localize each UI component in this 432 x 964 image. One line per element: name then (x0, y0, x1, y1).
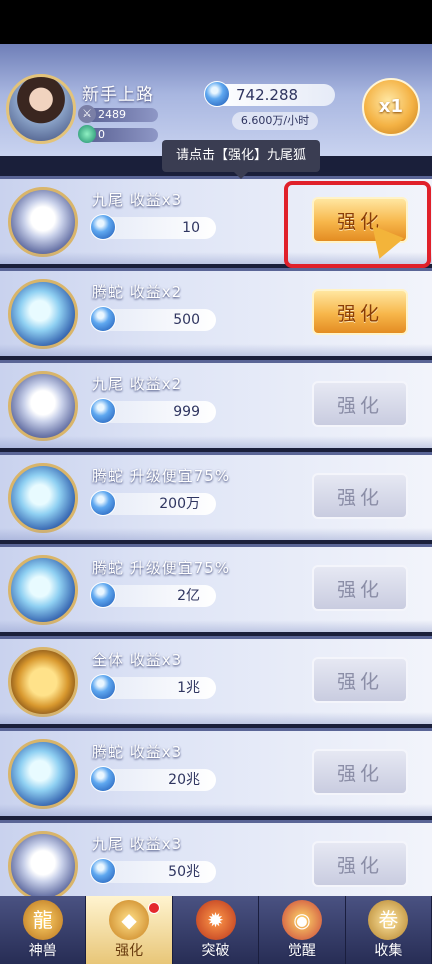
jade-icon (78, 125, 96, 143)
nav-label: 觉醒 (287, 943, 316, 959)
spirit-orb-icon (90, 214, 116, 240)
spirit-orb-icon (90, 306, 116, 332)
upgrade-cost: 10 (90, 214, 216, 240)
currency-display: 742.288 (204, 81, 335, 107)
awaken-icon: ◉ (281, 900, 322, 940)
upgrade-row: 腾蛇 收益x2 500 强化 (0, 268, 432, 356)
spirit-orb-icon (90, 490, 116, 516)
spirit-orb-icon (90, 766, 116, 792)
nine-tail-fox-portrait (8, 187, 78, 257)
currency-amount: 742.288 (236, 86, 299, 104)
upgrade-cost: 2亿 (90, 582, 216, 608)
enhance-button[interactable]: 强化 (312, 565, 408, 611)
notification-dot (147, 902, 160, 914)
status-bar (0, 0, 432, 44)
nine-tail-fox-portrait (8, 831, 78, 901)
upgrade-cost: 200万 (90, 490, 216, 516)
spirit-orb-icon (90, 582, 116, 608)
tutorial-hint: 请点击【强化】九尾狐 (162, 140, 321, 179)
bottom-nav: 龍 神兽 ◆ 强化 ✹ 突破 ◉ 觉醒 卷 收集 (0, 896, 432, 964)
dragon-icon: 龍 (22, 900, 63, 940)
nav-tab-enhance[interactable]: ◆ 强化 (86, 896, 173, 964)
nav-tab-beasts[interactable]: 龍 神兽 (0, 896, 87, 964)
upgrade-row: 腾蛇 升级便宜75% 200万 强化 (0, 452, 432, 540)
nav-label: 神兽 (28, 943, 57, 959)
upgrade-row: 九尾 收益x3 50兆 强化 (0, 820, 432, 908)
upgrade-title: 九尾 收益x3 (92, 191, 183, 209)
soaring-serpent-portrait (8, 463, 78, 533)
multiplier-button[interactable]: x1 (362, 78, 420, 136)
upgrade-title: 腾蛇 收益x2 (92, 283, 183, 301)
power-value: 2489 (98, 108, 126, 121)
scroll-icon: 卷 (368, 900, 409, 940)
upgrade-row: 九尾 收益x2 999 强化 (0, 360, 432, 448)
income-rate: 6.600万/小时 (232, 112, 318, 130)
player-name: 新手上路 (82, 85, 154, 105)
golden-mask-portrait (8, 647, 78, 717)
enhance-button[interactable]: 强化 (312, 841, 408, 887)
upgrade-cost: 1兆 (90, 674, 216, 700)
enhance-button[interactable]: 强化 (312, 381, 408, 427)
upgrade-cost: 50兆 (90, 858, 216, 884)
upgrade-title: 腾蛇 升级便宜75% (92, 467, 231, 485)
upgrade-title: 九尾 收益x2 (92, 375, 183, 393)
enhance-icon: ◆ (109, 900, 150, 940)
tutorial-highlight-frame (284, 181, 431, 268)
nav-label: 突破 (201, 943, 230, 959)
spirit-orb-icon (90, 398, 116, 424)
soaring-serpent-portrait (8, 739, 78, 809)
enhance-button[interactable]: 强化 (312, 749, 408, 795)
nine-tail-fox-portrait (8, 371, 78, 441)
breakthrough-icon: ✹ (195, 900, 236, 940)
enhance-button[interactable]: 强化 (312, 657, 408, 703)
jade-value: 0 (98, 128, 105, 141)
spirit-orb-icon (90, 674, 116, 700)
upgrade-cost: 20兆 (90, 766, 216, 792)
power-stat: ⚔ 2489 (78, 105, 158, 123)
soaring-serpent-portrait (8, 555, 78, 625)
jade-stat: 0 (78, 125, 158, 143)
spirit-orb-icon (90, 858, 116, 884)
upgrade-row: 腾蛇 升级便宜75% 2亿 强化 (0, 544, 432, 632)
nav-tab-awaken[interactable]: ◉ 觉醒 (259, 896, 346, 964)
upgrade-row: 全体 收益x3 1兆 强化 (0, 636, 432, 724)
upgrade-title: 九尾 收益x3 (92, 835, 183, 853)
upgrade-title: 腾蛇 收益x3 (92, 743, 183, 761)
upgrade-title: 全体 收益x3 (92, 651, 183, 669)
nav-label: 强化 (115, 943, 144, 959)
enhance-button[interactable]: 强化 (312, 473, 408, 519)
sword-icon: ⚔ (78, 105, 96, 123)
player-avatar[interactable] (6, 74, 76, 144)
upgrade-cost: 999 (90, 398, 216, 424)
spirit-orb-icon (204, 81, 230, 107)
nav-label: 收集 (374, 943, 403, 959)
nav-tab-breakthrough[interactable]: ✹ 突破 (173, 896, 260, 964)
upgrade-cost: 500 (90, 306, 216, 332)
nav-tab-collection[interactable]: 卷 收集 (346, 896, 432, 964)
soaring-serpent-portrait (8, 279, 78, 349)
enhance-button[interactable]: 强化 (312, 289, 408, 335)
upgrade-title: 腾蛇 升级便宜75% (92, 559, 231, 577)
upgrade-row: 腾蛇 收益x3 20兆 强化 (0, 728, 432, 816)
